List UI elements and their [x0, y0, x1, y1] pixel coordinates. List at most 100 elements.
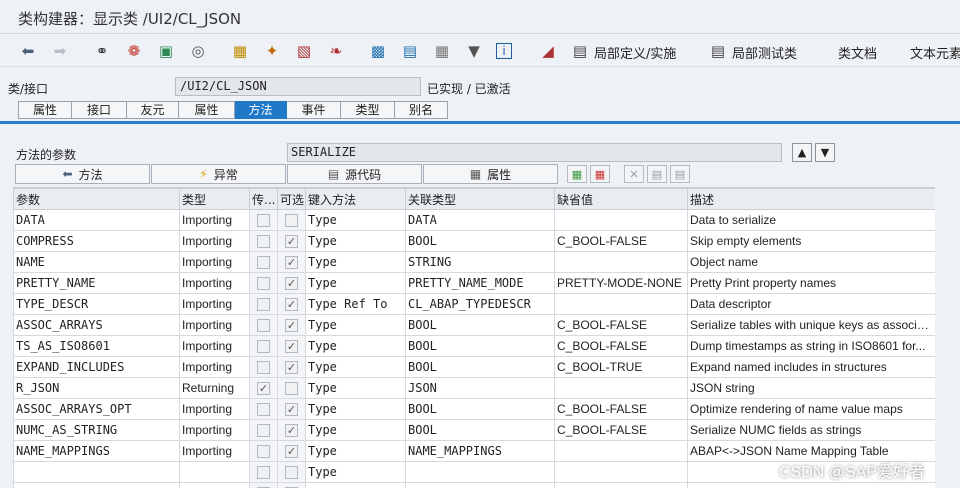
table-row[interactable]: PRETTY_NAMEImporting TypePRETTY_NAME_MODE… — [13, 272, 935, 294]
table-row[interactable]: TYPE_DESCRImporting Type Ref ToCL_ABAP_TY… — [13, 293, 935, 315]
column-header-parameter[interactable]: 参数 — [13, 188, 180, 210]
column-header-typing-method[interactable]: 键入方法 — [305, 188, 406, 210]
cube-icon[interactable]: ◢ — [538, 41, 558, 61]
default-value-cell[interactable]: C_BOOL-FALSE — [554, 230, 688, 252]
glasses-icon[interactable]: ⚭ — [92, 41, 112, 61]
local-definitions-button[interactable]: 局部定义/实施 — [594, 43, 676, 62]
tab-types[interactable]: 类型 — [341, 101, 395, 119]
description-cell[interactable]: Dump timestamps as string in ISO8601 for… — [687, 335, 935, 357]
description-cell[interactable]: Object name — [687, 251, 935, 273]
type-cell[interactable]: Importing — [179, 398, 250, 420]
type-cell[interactable]: Importing — [179, 272, 250, 294]
delete-row-icon[interactable]: ▦ — [590, 165, 610, 183]
column-header-associated-type[interactable]: 关联类型 — [405, 188, 555, 210]
forward-arrow-icon[interactable]: ➡ — [50, 41, 70, 61]
type-cell[interactable] — [179, 461, 250, 483]
associated-type-cell[interactable]: DATA — [405, 209, 555, 231]
type-cell[interactable]: Importing — [179, 209, 250, 231]
pass-by-value-checkbox[interactable] — [257, 319, 270, 332]
table-row[interactable]: COMPRESSImporting TypeBOOLC_BOOL-FALSESki… — [13, 230, 935, 252]
description-cell[interactable]: Optimize rendering of name value maps — [687, 398, 935, 420]
typing-method-cell[interactable]: Type — [305, 356, 406, 378]
description-cell[interactable]: Serialize tables with unique keys as ass… — [687, 314, 935, 336]
navigation-icon[interactable]: ❧ — [326, 41, 346, 61]
optional-checkbox[interactable] — [285, 403, 298, 416]
param-cell[interactable]: ASSOC_ARRAYS — [13, 314, 180, 336]
associated-type-cell[interactable]: BOOL — [405, 230, 555, 252]
default-value-cell[interactable] — [554, 209, 688, 231]
typing-method-cell[interactable]: Type — [305, 272, 406, 294]
pattern-icon[interactable]: ▧ — [294, 41, 314, 61]
typing-method-cell[interactable]: Type — [305, 335, 406, 357]
optional-checkbox[interactable] — [285, 277, 298, 290]
typing-method-cell[interactable]: Type — [305, 377, 406, 399]
column-header-type[interactable]: 类型 — [179, 188, 250, 210]
default-value-cell[interactable]: PRETTY-MODE-NONE — [554, 272, 688, 294]
table-row[interactable]: EXPAND_INCLUDESImporting TypeBOOLC_BOOL-T… — [13, 356, 935, 378]
tab-events[interactable]: 事件 — [287, 101, 341, 119]
tab-properties[interactable]: 属性 — [18, 101, 72, 119]
optional-checkbox[interactable] — [285, 319, 298, 332]
previous-method-button[interactable]: ▲ — [792, 143, 812, 162]
tab-attributes[interactable]: 属性 — [179, 101, 235, 119]
associated-type-cell[interactable]: BOOL — [405, 314, 555, 336]
typing-method-cell[interactable]: Type — [305, 314, 406, 336]
associated-type-cell[interactable]: BOOL — [405, 398, 555, 420]
pass-by-value-checkbox[interactable] — [257, 235, 270, 248]
column-header-default-value[interactable]: 缺省值 — [554, 188, 688, 210]
column-header-pass-by-value[interactable]: 传... — [249, 188, 278, 210]
tab-aliases[interactable]: 别名 — [395, 101, 448, 119]
param-cell[interactable]: EXPAND_INCLUDES — [13, 356, 180, 378]
associated-type-cell[interactable]: JSON — [405, 377, 555, 399]
param-cell[interactable]: NAME_MAPPINGS — [13, 440, 180, 462]
type-cell[interactable]: Importing — [179, 230, 250, 252]
associated-type-cell[interactable]: CL_ABAP_TYPEDESCR — [405, 293, 555, 315]
class-documentation-button[interactable]: 类文档 — [838, 43, 877, 62]
optional-checkbox[interactable] — [285, 424, 298, 437]
type-cell[interactable]: Returning — [179, 377, 250, 399]
tree-alt-icon[interactable]: ▤ — [400, 41, 420, 61]
type-cell[interactable]: Importing — [179, 335, 250, 357]
param-cell[interactable]: TS_AS_ISO8601 — [13, 335, 180, 357]
associated-type-cell[interactable] — [405, 482, 555, 488]
pass-by-value-checkbox[interactable] — [257, 361, 270, 374]
default-value-cell[interactable]: C_BOOL-FALSE — [554, 419, 688, 441]
default-value-cell[interactable]: C_BOOL-TRUE — [554, 356, 688, 378]
type-cell[interactable]: Importing — [179, 440, 250, 462]
associated-type-cell[interactable]: STRING — [405, 251, 555, 273]
description-cell[interactable]: Serialize NUMC fields as strings — [687, 419, 935, 441]
typing-method-cell[interactable]: Type — [305, 482, 406, 488]
default-value-cell[interactable]: C_BOOL-FALSE — [554, 314, 688, 336]
local-test-classes-button[interactable]: 局部测试类 — [732, 43, 797, 62]
tab-interfaces[interactable]: 接口 — [72, 101, 127, 119]
text-elements-button[interactable]: 文本元素 — [910, 43, 960, 62]
layout-icon[interactable]: ▦ — [432, 41, 452, 61]
type-cell[interactable]: Importing — [179, 314, 250, 336]
pass-by-value-checkbox[interactable] — [257, 214, 270, 227]
associated-type-cell[interactable]: BOOL — [405, 419, 555, 441]
pass-by-value-checkbox[interactable] — [257, 424, 270, 437]
column-header-description[interactable]: 描述 — [687, 188, 935, 210]
description-cell[interactable] — [687, 482, 935, 488]
optional-checkbox[interactable] — [285, 235, 298, 248]
param-cell[interactable]: R_JSON — [13, 377, 180, 399]
filter-icon[interactable]: ▼ — [464, 41, 484, 61]
pass-by-value-checkbox[interactable] — [257, 256, 270, 269]
typing-method-cell[interactable]: Type — [305, 230, 406, 252]
display-object-icon[interactable]: ◎ — [188, 41, 208, 61]
type-cell[interactable]: Importing — [179, 419, 250, 441]
param-cell[interactable]: ASSOC_ARRAYS_OPT — [13, 398, 180, 420]
optional-checkbox[interactable] — [285, 466, 298, 479]
copy-icon[interactable]: ▤ — [647, 165, 667, 183]
default-value-cell[interactable] — [554, 482, 688, 488]
methods-button[interactable]: ⬅ 方法 — [15, 164, 150, 184]
description-cell[interactable]: Pretty Print property names — [687, 272, 935, 294]
object-list-icon[interactable]: ❁ — [124, 41, 144, 61]
optional-checkbox[interactable] — [285, 382, 298, 395]
typing-method-cell[interactable]: Type — [305, 440, 406, 462]
param-cell[interactable]: TYPE_DESCR — [13, 293, 180, 315]
tree-icon[interactable]: ▩ — [368, 41, 388, 61]
optional-checkbox[interactable] — [285, 361, 298, 374]
default-value-cell[interactable] — [554, 293, 688, 315]
default-value-cell[interactable] — [554, 377, 688, 399]
